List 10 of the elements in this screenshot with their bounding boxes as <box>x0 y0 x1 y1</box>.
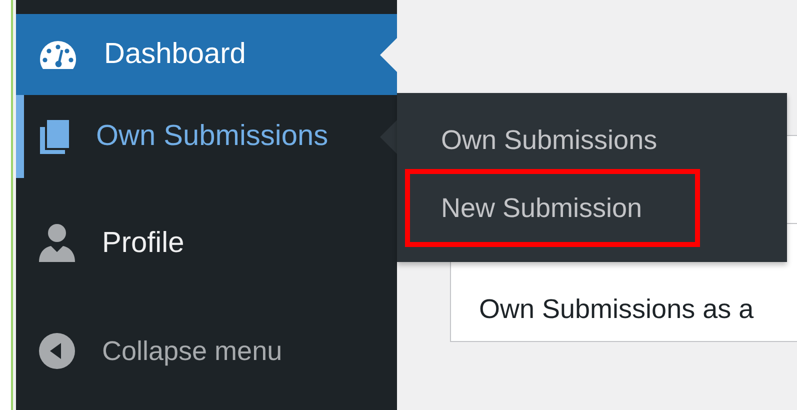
card-text: Own Submissions as a <box>479 294 754 324</box>
pointer-notch <box>380 38 397 72</box>
gauge-icon <box>38 38 78 70</box>
submenu-item[interactable]: Own Submissions <box>441 125 658 155</box>
pages-icon <box>38 118 70 154</box>
sidebar-item[interactable]: Profile <box>16 203 397 283</box>
sidebar-item[interactable]: Collapse menu <box>16 315 397 387</box>
person-icon <box>38 223 76 263</box>
submenu-item[interactable]: New Submission <box>441 192 642 224</box>
sidebar-item[interactable]: Dashboard <box>16 14 397 95</box>
